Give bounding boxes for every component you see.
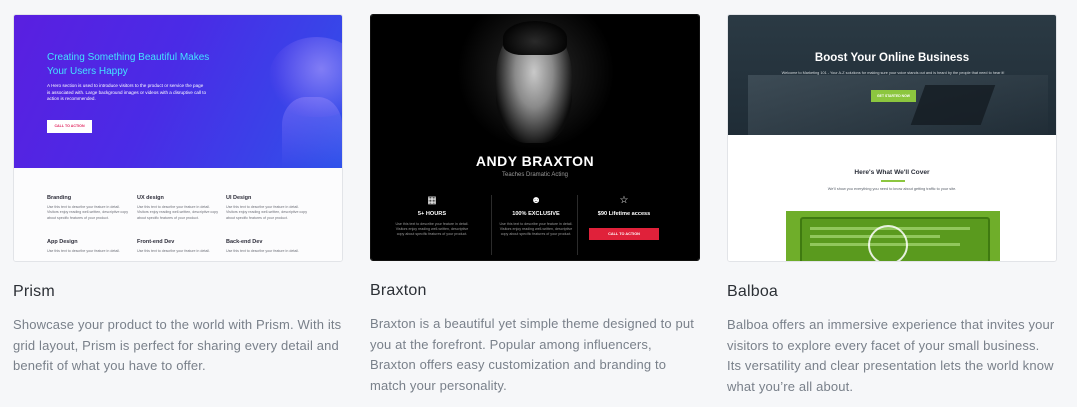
template-card-balboa[interactable]: Boost Your Online Business Welcome to Ma…: [727, 14, 1057, 394]
prism-cta-button: CALL TO ACTION: [47, 120, 92, 133]
card-description: Showcase your product to the world with …: [13, 317, 342, 373]
template-card-braxton[interactable]: ANDY BRAXTON Teaches Dramatic Acting ▦ 5…: [370, 14, 700, 393]
prism-feature-text: Use this text to describe your feature i…: [226, 249, 299, 253]
prism-feature-text: Use this text to describe your feature i…: [47, 249, 120, 253]
card-title[interactable]: Balboa: [727, 283, 778, 301]
balboa-section-subtext: We'll show you everything you need to kn…: [827, 187, 957, 191]
template-card-prism[interactable]: Creating Something Beautiful Makes Your …: [13, 14, 343, 373]
desk-photo: [748, 75, 1048, 135]
card-title[interactable]: Prism: [13, 283, 55, 301]
prism-feature-text: Use this text to describe your feature i…: [137, 205, 219, 220]
play-icon: [868, 225, 908, 261]
braxton-tagline: Teaches Dramatic Acting: [501, 172, 569, 178]
prism-feature-title: App Design: [47, 239, 78, 245]
jellyfish-tail-graphic: [282, 97, 342, 167]
braxton-feature-text: Use this text to describe your feature i…: [499, 222, 573, 237]
prism-feature: Front-end Dev Use this text to describe …: [137, 239, 222, 254]
balboa-cover-section: Here's What We'll Cover We'll show you e…: [728, 135, 1056, 261]
accent-underline: [881, 180, 905, 182]
balboa-cta-button: GET STARTED NOW: [871, 90, 916, 102]
prism-feature-title: Front-end Dev: [137, 239, 175, 245]
prism-hero: Creating Something Beautiful Makes Your …: [14, 15, 342, 168]
prism-feature: App Design Use this text to describe you…: [47, 239, 132, 254]
card-description: Braxton is a beautiful yet simple theme …: [370, 316, 695, 393]
prism-hero-headline: Creating Something Beautiful Makes Your …: [47, 52, 210, 77]
prism-feature-title: UI Design: [226, 195, 252, 201]
star-icon: ☆: [619, 195, 629, 206]
balboa-hero-headline: Boost Your Online Business: [814, 52, 970, 64]
balboa-preview-image[interactable]: Boost Your Online Business Welcome to Ma…: [727, 14, 1057, 262]
braxton-feature-column: ☆ $90 Lifetime access: [571, 195, 677, 217]
prism-feature-text: Use this text to describe your feature i…: [137, 249, 210, 253]
braxton-preview-image[interactable]: ANDY BRAXTON Teaches Dramatic Acting ▦ 5…: [370, 14, 700, 261]
card-description: Balboa offers an immersive experience th…: [727, 317, 1055, 394]
prism-feature-text: Use this text to describe your feature i…: [226, 205, 308, 220]
prism-hero-subtext: A Hero section is used to introduce visi…: [47, 83, 207, 102]
braxton-cta-button: CALL TO ACTION: [589, 228, 659, 240]
braxton-feature-title: 5+ HOURS: [417, 211, 447, 217]
braxton-feature-title: $90 Lifetime access: [597, 211, 651, 217]
balboa-section-title: Here's What We'll Cover: [854, 169, 930, 176]
prism-feature: Branding Use this text to describe your …: [47, 195, 132, 221]
prism-feature: Back-end Dev Use this text to describe y…: [226, 239, 311, 254]
prism-features-section: Branding Use this text to describe your …: [14, 168, 342, 261]
prism-feature-title: Back-end Dev: [226, 239, 263, 245]
balboa-hero: Boost Your Online Business Welcome to Ma…: [728, 15, 1056, 135]
clapperboard-icon: ▦: [427, 195, 437, 206]
braxton-feature-text: Use this text to describe your feature i…: [395, 222, 469, 237]
braxton-feature-column: ▦ 5+ HOURS Use this text to describe you…: [379, 195, 485, 238]
braxton-hero: ANDY BRAXTON Teaches Dramatic Acting ▦ 5…: [371, 15, 699, 260]
card-title[interactable]: Braxton: [370, 282, 427, 300]
prism-feature-title: Branding: [47, 195, 72, 201]
balboa-hero-subtext: Welcome to Marketing 101 - Your A-Z solu…: [781, 71, 1005, 75]
prism-preview-image[interactable]: Creating Something Beautiful Makes Your …: [13, 14, 343, 262]
braxton-name: ANDY BRAXTON: [475, 153, 595, 169]
prism-feature-title: UX design: [137, 195, 164, 201]
laptop-photo: [910, 85, 996, 125]
prism-feature: UX design Use this text to describe your…: [137, 195, 222, 221]
prism-feature-text: Use this text to describe your feature i…: [47, 205, 129, 220]
prism-feature: UI Design Use this text to describe your…: [226, 195, 311, 221]
portrait-hair: [503, 21, 567, 55]
